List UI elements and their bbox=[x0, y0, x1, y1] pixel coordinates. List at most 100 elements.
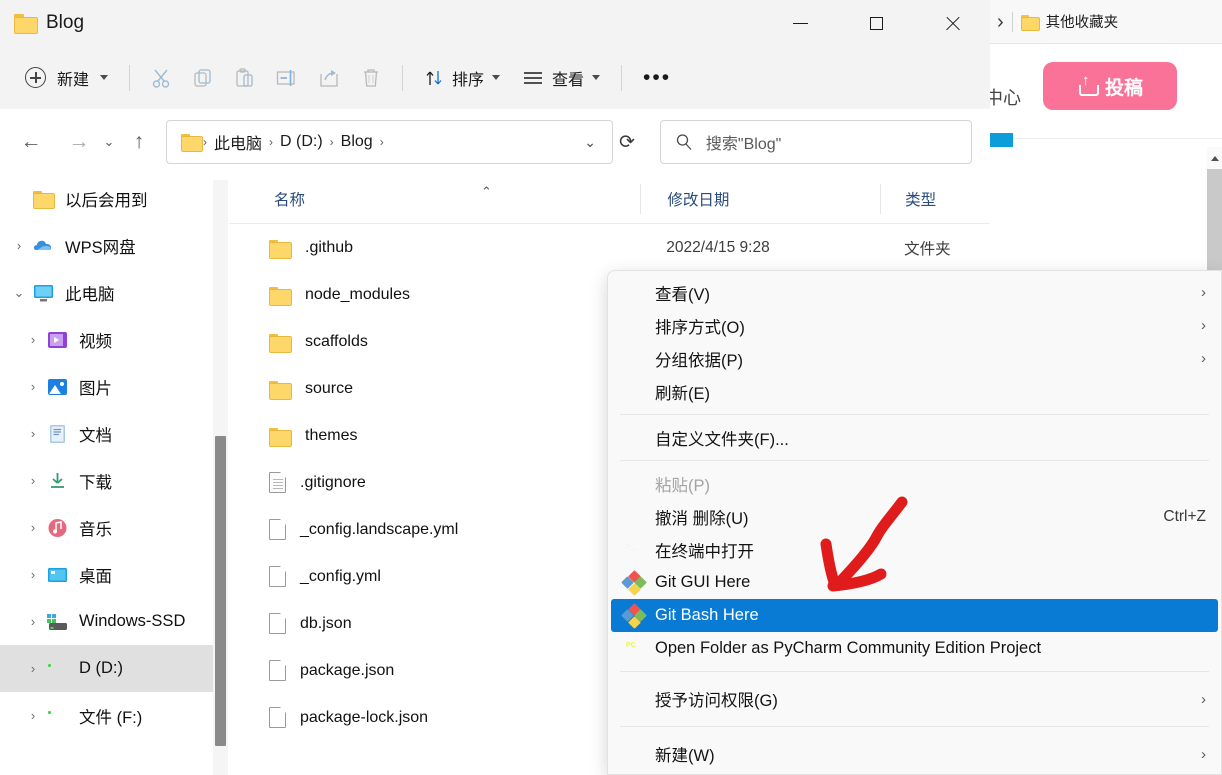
context-menu-item-undo-delete[interactable]: 撤消 删除(U) Ctrl+Z bbox=[611, 500, 1218, 533]
toolbar-separator-3 bbox=[621, 64, 623, 91]
sort-button-label: 排序 bbox=[452, 71, 485, 89]
expander-chevron-icon[interactable]: › bbox=[20, 567, 46, 582]
sidebar-item-this-pc[interactable]: ⌄ 此电脑 bbox=[0, 269, 213, 316]
search-input[interactable]: 搜索"Blog" bbox=[706, 130, 781, 154]
context-menu-item-refresh[interactable]: 刷新(E) bbox=[611, 375, 1218, 408]
plus-circle-icon bbox=[25, 67, 46, 88]
bookmark-overflow-chevron-icon[interactable]: › bbox=[997, 12, 1004, 32]
expander-chevron-icon[interactable]: › bbox=[20, 661, 46, 676]
search-box[interactable]: 搜索"Blog" bbox=[659, 120, 972, 164]
context-menu-item-view[interactable]: 查看(V) › bbox=[611, 276, 1218, 309]
delete-button[interactable] bbox=[350, 58, 392, 98]
file-name: source bbox=[305, 379, 354, 397]
close-button[interactable] bbox=[914, 0, 990, 46]
address-bar[interactable]: › 此电脑 › D (D:) › Blog › ⌄ bbox=[166, 120, 613, 164]
browser-scroll-up-button[interactable] bbox=[1207, 147, 1222, 169]
context-menu-label: 撤消 删除(U) bbox=[655, 509, 749, 528]
sidebar-item-music[interactable]: › 音乐 bbox=[0, 504, 213, 551]
context-menu-item-sort-by[interactable]: 排序方式(O) › bbox=[611, 309, 1218, 342]
context-menu-item-grant-access[interactable]: 授予访问权限(G) › bbox=[611, 678, 1218, 720]
submenu-chevron-icon: › bbox=[1201, 350, 1206, 367]
file-name-cell: themes bbox=[229, 425, 640, 447]
sidebar-item-downloads[interactable]: › 下载 bbox=[0, 457, 213, 504]
file-name: package-lock.json bbox=[300, 708, 429, 726]
column-header-type[interactable]: 类型 bbox=[880, 184, 990, 214]
table-row[interactable]: .github 2022/4/15 9:28 文件夹 bbox=[229, 224, 990, 271]
sidebar-item-windows-ssd[interactable]: › Windows-SSD bbox=[0, 598, 213, 645]
sidebar-item-label: 文档 bbox=[79, 426, 112, 445]
share-icon bbox=[320, 69, 338, 87]
sidebar-item-label: 桌面 bbox=[79, 567, 112, 586]
expander-chevron-icon[interactable]: › bbox=[20, 614, 46, 629]
context-menu-item-open-in-pycharm[interactable]: Open Folder as PyCharm Community Edition… bbox=[611, 632, 1218, 665]
ellipsis-icon: ••• bbox=[643, 66, 672, 89]
context-menu-item-customize-folder[interactable]: 自定义文件夹(F)... bbox=[611, 421, 1218, 454]
context-menu-item-group-by[interactable]: 分组依据(P) › bbox=[611, 342, 1218, 375]
expander-chevron-icon[interactable]: ⌄ bbox=[6, 285, 32, 301]
folder-icon bbox=[269, 378, 292, 400]
share-button[interactable] bbox=[308, 58, 350, 98]
sidebar-item-videos[interactable]: › 视频 bbox=[0, 316, 213, 363]
breadcrumb-blog[interactable]: Blog bbox=[336, 130, 378, 154]
context-menu-item-git-gui-here[interactable]: Git GUI Here bbox=[611, 566, 1218, 599]
minimize-button[interactable] bbox=[762, 0, 838, 46]
chevron-down-icon bbox=[492, 75, 501, 80]
sidebar-item-desktop[interactable]: › 桌面 bbox=[0, 551, 213, 598]
breadcrumb-this-pc[interactable]: 此电脑 bbox=[209, 127, 267, 157]
file-date: 2022/4/15 9:28 bbox=[666, 238, 770, 256]
copy-icon bbox=[194, 68, 211, 87]
cut-button[interactable] bbox=[140, 58, 182, 98]
file-name: node_modules bbox=[305, 285, 410, 303]
paste-button[interactable] bbox=[224, 58, 266, 98]
rename-button[interactable] bbox=[266, 58, 308, 98]
breadcrumb-drive-d[interactable]: D (D:) bbox=[275, 130, 328, 154]
expander-chevron-icon[interactable]: › bbox=[20, 520, 46, 535]
context-menu-item-open-in-terminal[interactable]: 在终端中打开 bbox=[611, 533, 1218, 566]
column-header-row: 名称 ⌃ 修改日期 类型 bbox=[229, 175, 990, 224]
column-header-date[interactable]: 修改日期 bbox=[640, 184, 880, 214]
other-bookmarks-label[interactable]: 其他收藏夹 bbox=[1046, 11, 1119, 32]
folder-icon bbox=[269, 237, 292, 259]
back-button[interactable]: ← bbox=[14, 125, 48, 159]
drive-icon bbox=[46, 705, 70, 727]
copy-button[interactable] bbox=[182, 58, 224, 98]
context-menu-label: 在终端中打开 bbox=[655, 542, 754, 561]
address-dropdown-chevron-icon[interactable]: ⌄ bbox=[574, 134, 606, 151]
context-menu-label: 刷新(E) bbox=[655, 384, 710, 403]
file-name: _config.landscape.yml bbox=[300, 520, 459, 538]
view-button[interactable]: 查看 bbox=[511, 58, 611, 98]
expander-chevron-icon[interactable]: › bbox=[6, 238, 32, 253]
expander-chevron-icon[interactable]: › bbox=[20, 473, 46, 488]
sidebar-item-drive-d[interactable]: › D (D:) bbox=[0, 645, 213, 692]
sidebar-item-documents[interactable]: › 文档 bbox=[0, 410, 213, 457]
expander-chevron-icon[interactable]: › bbox=[20, 426, 46, 441]
submit-post-button[interactable]: 投稿 bbox=[1043, 62, 1177, 110]
desktop-icon bbox=[46, 564, 70, 586]
forward-button[interactable]: → bbox=[62, 125, 96, 159]
more-options-button[interactable]: ••• bbox=[632, 58, 682, 98]
rename-icon bbox=[276, 69, 295, 86]
sidebar-item-pictures[interactable]: › 图片 bbox=[0, 363, 213, 410]
file-name-cell: db.json bbox=[229, 613, 640, 634]
column-date-label: 修改日期 bbox=[667, 192, 730, 209]
expander-chevron-icon[interactable]: › bbox=[20, 379, 46, 394]
context-menu-item-git-bash-here[interactable]: Git Bash Here bbox=[611, 599, 1218, 632]
git-icon bbox=[621, 569, 647, 596]
column-header-name[interactable]: 名称 ⌃ bbox=[229, 184, 640, 210]
expander-chevron-icon[interactable]: › bbox=[20, 708, 46, 723]
sidebar-item-wps-cloud[interactable]: › WPS网盘 bbox=[0, 222, 213, 269]
sidebar-item-later-use[interactable]: 以后会用到 bbox=[0, 175, 213, 222]
command-bar: 新建 排序 查看 ••• bbox=[0, 46, 990, 109]
refresh-button[interactable]: ⟳ bbox=[613, 131, 641, 154]
sidebar-item-drive-f[interactable]: › 文件 (F:) bbox=[0, 692, 213, 739]
context-menu-item-new[interactable]: 新建(W) › bbox=[611, 733, 1218, 774]
maximize-button[interactable] bbox=[838, 0, 914, 46]
sort-button[interactable]: 排序 bbox=[413, 58, 511, 98]
recent-locations-button[interactable]: ⌄ bbox=[96, 125, 122, 159]
sort-icon bbox=[426, 70, 442, 85]
sidebar-scrollbar-thumb[interactable] bbox=[215, 436, 226, 746]
new-button[interactable]: 新建 bbox=[14, 58, 119, 98]
up-button[interactable]: ↑ bbox=[122, 125, 156, 159]
submenu-chevron-icon: › bbox=[1201, 317, 1206, 334]
expander-chevron-icon[interactable]: › bbox=[20, 332, 46, 347]
